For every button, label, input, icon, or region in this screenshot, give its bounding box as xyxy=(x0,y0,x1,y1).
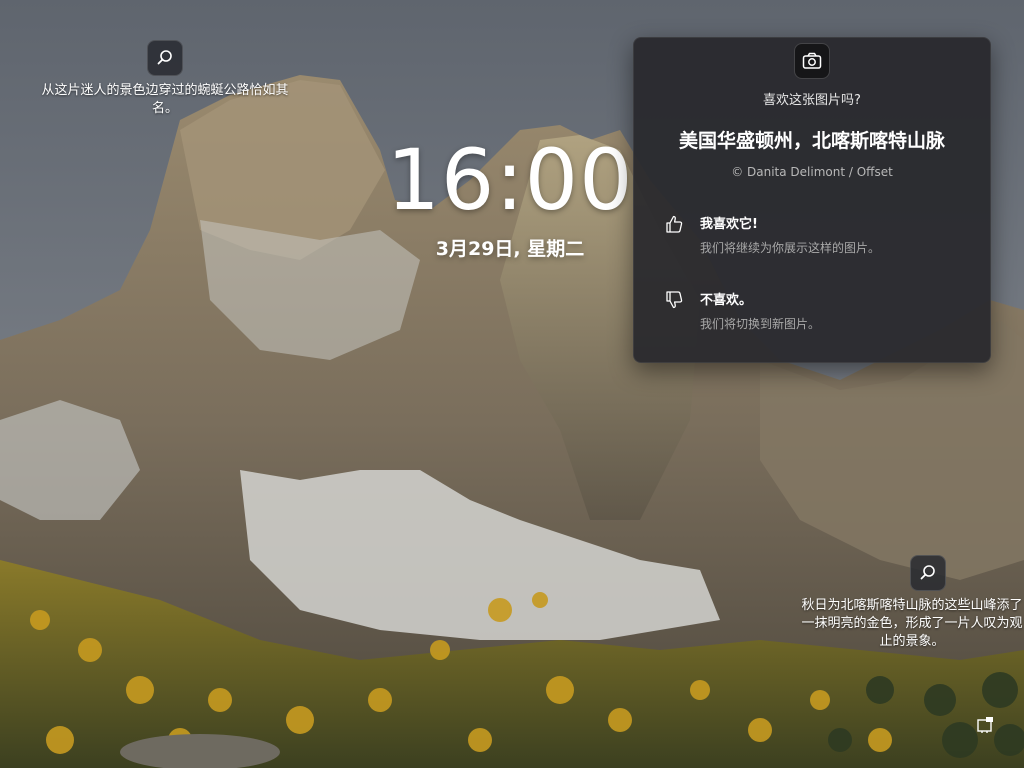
hotspot-right[interactable]: 秋日为北喀斯喀特山脉的这些山峰添了一抹明亮的金色，形成了一片人叹为观止的景象。 xyxy=(800,555,1024,651)
magnifier-icon[interactable] xyxy=(147,40,183,76)
dislike-option[interactable]: 不喜欢。 我们将切换到新图片。 xyxy=(662,286,962,336)
camera-icon[interactable] xyxy=(794,43,830,79)
lock-clock: 16:00 3月29日, 星期二 xyxy=(380,130,640,261)
thumbs-down-icon xyxy=(666,291,683,309)
clock-date: 3月29日, 星期二 xyxy=(435,238,585,260)
flyout-question: 喜欢这张图片吗? xyxy=(763,93,861,108)
image-feedback-flyout: 喜欢这张图片吗? 美国华盛顿州，北喀斯喀特山脉 © Danita Delimon… xyxy=(633,37,991,363)
hotspot-left-text: 从这片迷人的景色边穿过的蜿蜒公路恰如其名。 xyxy=(41,83,289,116)
network-icon[interactable] xyxy=(976,716,994,734)
like-title: 我喜欢它! xyxy=(700,217,758,232)
image-location-title: 美国华盛顿州，北喀斯喀特山脉 xyxy=(678,130,945,152)
hotspot-left[interactable]: 从这片迷人的景色边穿过的蜿蜒公路恰如其名。 xyxy=(40,40,290,118)
thumbs-up-icon xyxy=(666,215,683,233)
lock-screen: 从这片迷人的景色边穿过的蜿蜒公路恰如其名。 16:00 3月29日, 星期二 喜… xyxy=(0,0,1024,768)
image-credit: © Danita Delimont / Offset xyxy=(731,165,893,179)
dislike-description: 我们将切换到新图片。 xyxy=(700,317,821,331)
clock-time: 16:00 xyxy=(386,131,634,229)
like-option[interactable]: 我喜欢它! 我们将继续为你展示这样的图片。 xyxy=(662,210,962,260)
dislike-title: 不喜欢。 xyxy=(700,293,753,308)
like-description: 我们将继续为你展示这样的图片。 xyxy=(700,241,881,255)
hotspot-right-text: 秋日为北喀斯喀特山脉的这些山峰添了一抹明亮的金色，形成了一片人叹为观止的景象。 xyxy=(801,598,1023,649)
magnifier-icon[interactable] xyxy=(910,555,946,591)
